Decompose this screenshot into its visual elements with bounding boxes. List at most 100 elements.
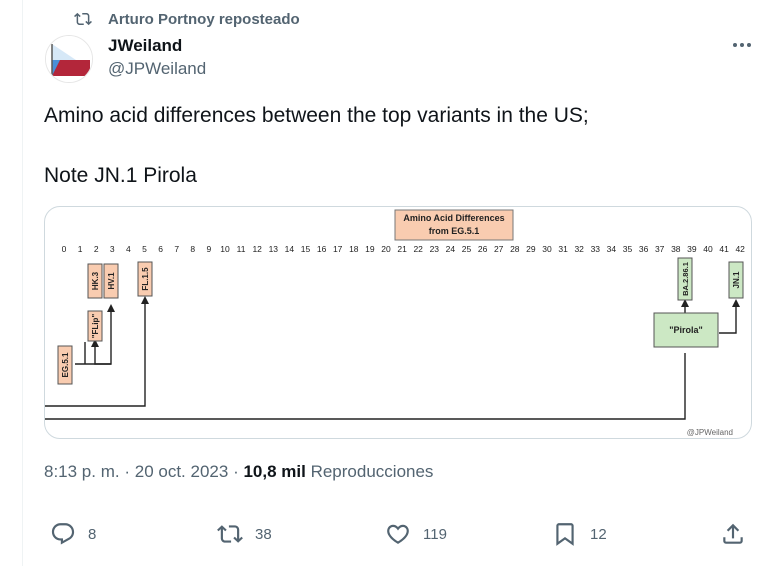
svg-text:JN.1: JN.1 xyxy=(732,271,741,288)
scale-number: 15 xyxy=(301,244,311,254)
arrowheads xyxy=(91,296,740,347)
diagram-title-line2: from EG.5.1 xyxy=(429,226,480,236)
tweet-meta: 8:13 p. m. · 20 oct. 2023 · 10,8 mil Rep… xyxy=(44,460,433,484)
variant-eg51: EG.5.1 xyxy=(57,345,73,385)
scale-number: 20 xyxy=(381,244,391,254)
scale-number: 12 xyxy=(252,244,262,254)
scale-number: 6 xyxy=(158,244,163,254)
timeline-divider xyxy=(22,0,23,566)
variant-jn1: JN.1 xyxy=(728,261,744,299)
scale-number: 40 xyxy=(703,244,713,254)
scale-number: 28 xyxy=(510,244,520,254)
scale-number: 22 xyxy=(413,244,423,254)
svg-text:"FLip": "FLip" xyxy=(91,314,100,339)
scale-number: 1 xyxy=(78,244,83,254)
scale-number: 37 xyxy=(655,244,665,254)
scale-number: 25 xyxy=(462,244,472,254)
svg-text:EG.5.1: EG.5.1 xyxy=(61,352,70,377)
reply-count: 8 xyxy=(88,525,97,543)
variant-hv1: HV.1 xyxy=(103,263,119,299)
views-count: 10,8 mil xyxy=(243,462,306,481)
bookmark-count: 12 xyxy=(590,525,607,543)
repost-icon xyxy=(74,12,92,26)
scale-number: 14 xyxy=(285,244,295,254)
diagram-credit: @JPWeiland xyxy=(687,428,733,437)
arrow-head xyxy=(141,296,149,304)
scale-number: 21 xyxy=(397,244,407,254)
tweet-line: Amino acid differences between the top v… xyxy=(44,104,589,127)
tweet-image[interactable]: Amino Acid Differences from EG.5.1 01234… xyxy=(44,206,752,439)
bookmark-icon xyxy=(556,523,574,546)
scale-number: 42 xyxy=(735,244,745,254)
variant-pirola: "Pirola" xyxy=(653,312,719,348)
scale-number: 32 xyxy=(574,244,584,254)
scale-number: 19 xyxy=(365,244,375,254)
scale-number: 13 xyxy=(269,244,279,254)
scale-number: 30 xyxy=(542,244,552,254)
variant-flip: "FLip" xyxy=(87,310,103,342)
svg-text:"Pirola": "Pirola" xyxy=(669,325,703,335)
svg-text:HK.3: HK.3 xyxy=(91,271,100,290)
like-count: 119 xyxy=(423,525,447,543)
scale-number: 26 xyxy=(478,244,488,254)
scale-number: 23 xyxy=(430,244,440,254)
action-bar: 8 38 119 12 xyxy=(0,516,770,552)
author-block[interactable]: JWeiland @JPWeiland xyxy=(108,35,206,81)
scale-numbers: 0 1 2 3 4 5 6 7 8 9 10 11 12 13 14 15 16 17 18 19 20 21 22 23 24… xyxy=(62,244,746,254)
scale-number: 31 xyxy=(558,244,568,254)
repost-indicator[interactable]: Arturo Portnoy reposteado xyxy=(74,8,300,30)
avatar-logo-icon xyxy=(46,36,92,82)
scale-number: 38 xyxy=(671,244,681,254)
reply-button[interactable]: 8 xyxy=(50,516,96,552)
avatar[interactable] xyxy=(45,35,93,83)
more-dot-icon xyxy=(733,43,737,47)
scale-number: 2 xyxy=(94,244,99,254)
bookmark-button[interactable]: 12 xyxy=(552,516,607,552)
variant-diagram: Amino Acid Differences from EG.5.1 01234… xyxy=(45,209,746,437)
author-handle[interactable]: @JPWeiland xyxy=(108,57,206,81)
more-options-button[interactable] xyxy=(728,34,756,56)
scale-number: 5 xyxy=(142,244,147,254)
scale-number: 35 xyxy=(623,244,633,254)
tweet-text: Amino acid differences between the top v… xyxy=(44,103,744,188)
repost-icon xyxy=(217,525,243,543)
scale-number: 10 xyxy=(220,244,230,254)
scale-number: 16 xyxy=(317,244,327,254)
variant-hk3: HK.3 xyxy=(87,263,103,299)
connector-lines xyxy=(45,298,737,420)
reply-icon xyxy=(51,523,75,545)
author-name[interactable]: JWeiland xyxy=(108,35,206,57)
share-icon xyxy=(723,523,743,544)
scale-number: 36 xyxy=(639,244,649,254)
meta-separator: · xyxy=(124,462,131,481)
scale-number: 4 xyxy=(126,244,131,254)
heart-icon xyxy=(387,524,409,544)
scale-number: 0 xyxy=(62,244,67,254)
share-button[interactable] xyxy=(720,516,746,552)
scale-number: 8 xyxy=(190,244,195,254)
scale-number: 24 xyxy=(446,244,456,254)
meta-separator: · xyxy=(233,462,239,481)
scale-number: 33 xyxy=(591,244,601,254)
variant-ba286: BA.2.86.1 xyxy=(677,257,693,301)
scale-number: 17 xyxy=(333,244,343,254)
views-label: Reproducciones xyxy=(310,462,434,481)
scale-number: 7 xyxy=(174,244,179,254)
svg-text:HV.1: HV.1 xyxy=(107,272,116,290)
like-button[interactable]: 119 xyxy=(385,516,447,552)
tweet-date[interactable]: 20 oct. 2023 xyxy=(135,462,229,481)
connector-line xyxy=(45,353,686,420)
more-dot-icon xyxy=(747,43,751,47)
scale-number: 11 xyxy=(237,244,246,254)
scale-number: 3 xyxy=(110,244,115,254)
tweet-line: Note JN.1 Pirola xyxy=(44,164,197,187)
diagram-title-line1: Amino Acid Differences xyxy=(403,213,504,223)
arrow-head xyxy=(107,304,115,312)
tweet-time[interactable]: 8:13 p. m. xyxy=(44,462,120,481)
more-dot-icon xyxy=(740,43,744,47)
scale-number: 29 xyxy=(526,244,536,254)
svg-text:FL.1.5: FL.1.5 xyxy=(141,267,150,291)
variant-fl15: FL.1.5 xyxy=(137,261,153,297)
repost-button[interactable]: 38 xyxy=(217,516,272,552)
repost-text: Arturo Portnoy reposteado xyxy=(108,10,300,28)
